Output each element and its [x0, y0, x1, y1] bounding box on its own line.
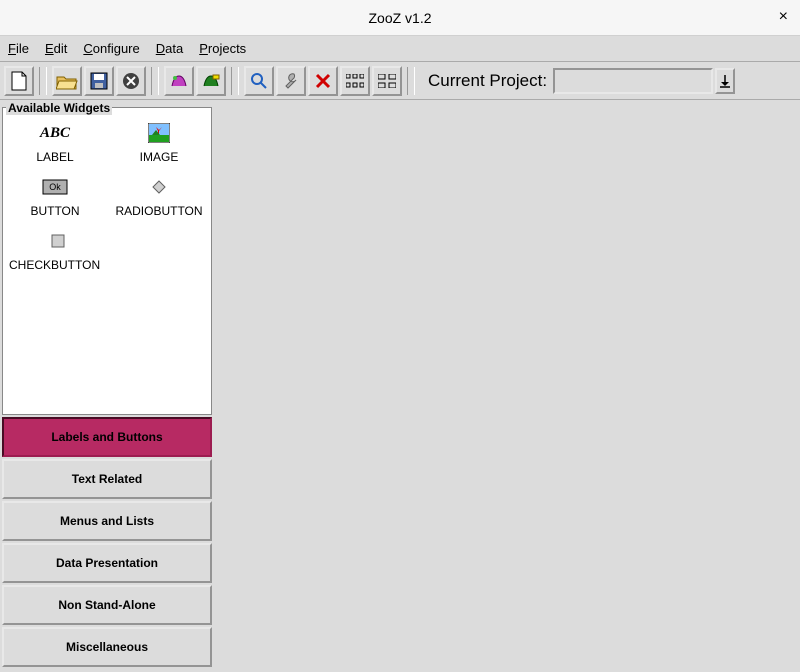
widget-button[interactable]: Ok BUTTON: [3, 170, 107, 224]
menubar: File Edit Configure Data Projects: [0, 36, 800, 62]
widget-label[interactable]: ABC LABEL: [3, 116, 107, 170]
toolbar: Current Project:: [0, 62, 800, 100]
toolbar-separator: [231, 67, 239, 95]
open-button[interactable]: [52, 66, 82, 96]
category-data-presentation[interactable]: Data Presentation: [2, 543, 212, 583]
widget-radiobutton[interactable]: RADIOBUTTON: [107, 170, 211, 224]
widget-icon-1[interactable]: [164, 66, 194, 96]
widgets-group: Available Widgets ABC LABEL IMAGE: [2, 100, 212, 415]
content-area: Available Widgets ABC LABEL IMAGE: [0, 100, 800, 672]
widgets-group-title: Available Widgets: [6, 101, 112, 115]
toolbar-separator: [151, 67, 159, 95]
toolbar-separator: [407, 67, 415, 95]
sidebar: Available Widgets ABC LABEL IMAGE: [0, 100, 214, 672]
widget-checkbutton[interactable]: CHECKBUTTON: [3, 224, 211, 278]
zoom-button[interactable]: [244, 66, 274, 96]
menu-projects[interactable]: Projects: [199, 41, 246, 56]
menu-configure[interactable]: Configure: [83, 41, 139, 56]
toolbar-separator: [39, 67, 47, 95]
menu-file[interactable]: File: [8, 41, 29, 56]
titlebar: ZooZ v1.2 ×: [0, 0, 800, 36]
main-canvas: [214, 100, 800, 672]
category-text-related[interactable]: Text Related: [2, 459, 212, 499]
svg-text:Ok: Ok: [49, 182, 61, 192]
project-input[interactable]: [553, 68, 713, 94]
wrench-button[interactable]: [276, 66, 306, 96]
window-title: ZooZ v1.2: [368, 10, 431, 26]
new-file-button[interactable]: [4, 66, 34, 96]
image-icon: [107, 122, 211, 144]
delete-button[interactable]: [116, 66, 146, 96]
menu-edit[interactable]: Edit: [45, 41, 67, 56]
category-miscellaneous[interactable]: Miscellaneous: [2, 627, 212, 667]
category-menus-and-lists[interactable]: Menus and Lists: [2, 501, 212, 541]
category-non-stand-alone[interactable]: Non Stand-Alone: [2, 585, 212, 625]
save-button[interactable]: [84, 66, 114, 96]
category-labels-and-buttons[interactable]: Labels and Buttons: [2, 417, 212, 457]
button-icon: Ok: [3, 176, 107, 198]
grid-small-button[interactable]: [340, 66, 370, 96]
widget-icon-2[interactable]: [196, 66, 226, 96]
widget-image[interactable]: IMAGE: [107, 116, 211, 170]
menu-data[interactable]: Data: [156, 41, 183, 56]
label-icon: ABC: [3, 122, 107, 144]
radiobutton-icon: [107, 176, 211, 198]
remove-button[interactable]: [308, 66, 338, 96]
checkbutton-icon: [9, 230, 211, 252]
project-label: Current Project:: [428, 71, 547, 91]
category-list: Labels and Buttons Text Related Menus an…: [2, 417, 212, 667]
grid-large-button[interactable]: [372, 66, 402, 96]
project-dropdown-button[interactable]: [715, 68, 735, 94]
close-icon[interactable]: ×: [779, 8, 788, 26]
widget-area: ABC LABEL IMAGE Ok BUTTON: [2, 107, 212, 415]
